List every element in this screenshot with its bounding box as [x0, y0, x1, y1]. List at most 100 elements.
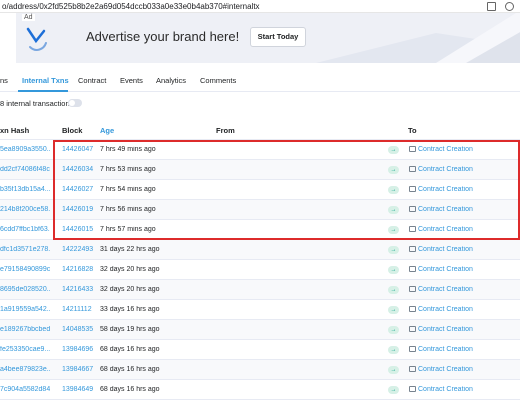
arrow-right-icon: → — [388, 366, 399, 374]
block-link[interactable]: 14426034 — [62, 166, 96, 173]
arrow-right-icon: → — [388, 166, 399, 174]
block-link[interactable]: 14426047 — [62, 146, 96, 153]
age-text: 68 days 16 hrs ago — [100, 386, 160, 393]
txn-hash-link[interactable]: a4bee879823e... — [0, 366, 50, 373]
tab-events[interactable]: Events — [120, 76, 143, 85]
block-link[interactable]: 14426019 — [62, 206, 96, 213]
arrow-right-icon: → — [388, 326, 399, 334]
block-link[interactable]: 14216433 — [62, 286, 96, 293]
txn-hash-link[interactable]: 214b8f200ce58... — [0, 206, 50, 213]
ad-headline: Advertise your brand here! — [86, 29, 240, 44]
to-contract-creation-link[interactable]: Contract Creation — [418, 306, 473, 313]
arrow-right-icon: → — [388, 386, 399, 394]
txn-hash-link[interactable]: 6cdd7ffbc1bf63... — [0, 226, 50, 233]
contract-creation-icon — [409, 146, 416, 152]
to-contract-creation-link[interactable]: Contract Creation — [418, 366, 473, 373]
ad-decoration-icon — [316, 13, 520, 63]
to-contract-creation-link[interactable]: Contract Creation — [418, 326, 473, 333]
arrow-right-icon: → — [388, 286, 399, 294]
header-age[interactable]: Age — [100, 126, 114, 135]
contract-creation-icon — [409, 246, 416, 252]
to-contract-creation-link[interactable]: Contract Creation — [418, 346, 473, 353]
to-contract-creation-link[interactable]: Contract Creation — [418, 286, 473, 293]
start-today-button[interactable]: Start Today — [250, 27, 306, 47]
table-row: dfc1d3571e278... 14222493 31 days 22 hrs a… — [0, 240, 520, 260]
arrow-right-icon: → — [388, 226, 399, 234]
table-row: 1a919559a542... 14211112 33 days 16 hrs ag… — [0, 300, 520, 320]
block-link[interactable]: 14426027 — [62, 186, 96, 193]
block-link[interactable]: 14048535 — [62, 326, 96, 333]
txn-hash-link[interactable]: 7c904a5582d84... — [0, 386, 50, 393]
profile-icon[interactable] — [505, 2, 514, 11]
to-contract-creation-link[interactable]: Contract Creation — [418, 266, 473, 273]
block-link[interactable]: 14216828 — [62, 266, 96, 273]
browser-address-bar[interactable]: o/address/0x2fd525b8b2e2a69d054dccb033a0… — [0, 0, 520, 13]
contract-creation-icon — [409, 306, 416, 312]
tab-comments[interactable]: Comments — [200, 76, 236, 85]
contract-creation-icon — [409, 166, 416, 172]
contract-creation-icon — [409, 266, 416, 272]
table-row: a4bee879823e... 13984667 68 days 16 hrs ag… — [0, 360, 520, 380]
advanced-mode-toggle[interactable] — [68, 99, 82, 107]
to-contract-creation-link[interactable]: Contract Creation — [418, 166, 473, 173]
age-text: 32 days 20 hrs ago — [100, 286, 160, 293]
contract-creation-icon — [409, 386, 416, 392]
tab-transactions[interactable]: ns — [0, 76, 8, 85]
extension-icon[interactable] — [487, 2, 496, 11]
tab-analytics[interactable]: Analytics — [156, 76, 186, 85]
ad-label: Ad — [22, 14, 35, 21]
to-contract-creation-link[interactable]: Contract Creation — [418, 386, 473, 393]
to-contract-creation-link[interactable]: Contract Creation — [418, 186, 473, 193]
arrow-right-icon: → — [388, 206, 399, 214]
txn-hash-link[interactable]: 1a919559a542... — [0, 306, 50, 313]
age-text: 33 days 16 hrs ago — [100, 306, 160, 313]
tab-bar: ns Internal Txns Contract Events Analyti… — [0, 68, 520, 92]
contract-creation-icon — [409, 366, 416, 372]
table-row: 214b8f200ce58... 14426019 7 hrs 56 mins ag… — [0, 200, 520, 220]
contract-creation-icon — [409, 346, 416, 352]
txn-hash-link[interactable]: e189267bbcbed... — [0, 326, 50, 333]
arrow-right-icon: → — [388, 306, 399, 314]
txn-hash-link[interactable]: 5ea8909a3550... — [0, 146, 50, 153]
active-tab-indicator — [18, 90, 68, 92]
toggle-knob — [69, 100, 75, 106]
transactions-table: 5ea8909a3550... 14426047 7 hrs 49 mins ago… — [0, 140, 520, 400]
table-row: e79158490899c9... 14216828 32 days 20 hrs … — [0, 260, 520, 280]
txn-hash-link[interactable]: 8695de028520... — [0, 286, 50, 293]
arrow-right-icon: → — [388, 186, 399, 194]
block-link[interactable]: 14222493 — [62, 246, 96, 253]
age-text: 58 days 19 hrs ago — [100, 326, 160, 333]
txn-hash-link[interactable]: fe253350cae9... — [0, 346, 50, 353]
transaction-count: 8 internal transactions — [0, 99, 74, 108]
txn-hash-link[interactable]: e79158490899c9... — [0, 266, 50, 273]
header-to: To — [408, 126, 417, 135]
block-link[interactable]: 14211112 — [62, 306, 96, 313]
tab-internal-txns[interactable]: Internal Txns — [22, 76, 69, 85]
age-text: 68 days 16 hrs ago — [100, 346, 160, 353]
table-row: 6cdd7ffbc1bf63... 14426015 7 hrs 57 mins a… — [0, 220, 520, 240]
contract-creation-icon — [409, 206, 416, 212]
to-contract-creation-link[interactable]: Contract Creation — [418, 206, 473, 213]
table-row: 5ea8909a3550... 14426047 7 hrs 49 mins ago… — [0, 140, 520, 160]
block-link[interactable]: 13984667 — [62, 366, 96, 373]
url-text[interactable]: o/address/0x2fd525b8b2e2a69d054dccb033a0… — [0, 2, 260, 11]
to-contract-creation-link[interactable]: Contract Creation — [418, 146, 473, 153]
age-text: 7 hrs 56 mins ago — [100, 206, 156, 213]
block-link[interactable]: 13984696 — [62, 346, 96, 353]
table-row: dd2cf74086f48c... 14426034 7 hrs 53 mins a… — [0, 160, 520, 180]
header-from: From — [216, 126, 235, 135]
tab-contract[interactable]: Contract — [78, 76, 106, 85]
txn-hash-link[interactable]: dd2cf74086f48c... — [0, 166, 50, 173]
ad-banner[interactable]: Ad Advertise your brand here! Start Toda… — [16, 13, 520, 63]
table-row: b35f13db15a4... 14426027 7 hrs 54 mins ago… — [0, 180, 520, 200]
header-block: Block — [62, 126, 83, 135]
block-link[interactable]: 14426015 — [62, 226, 96, 233]
to-contract-creation-link[interactable]: Contract Creation — [418, 246, 473, 253]
advertiser-logo-icon — [26, 27, 47, 51]
txn-hash-link[interactable]: b35f13db15a4... — [0, 186, 50, 193]
block-link[interactable]: 13984649 — [62, 386, 96, 393]
table-row: fe253350cae9... 13984696 68 days 16 hrs ag… — [0, 340, 520, 360]
arrow-right-icon: → — [388, 146, 399, 154]
txn-hash-link[interactable]: dfc1d3571e278... — [0, 246, 50, 253]
to-contract-creation-link[interactable]: Contract Creation — [418, 226, 473, 233]
